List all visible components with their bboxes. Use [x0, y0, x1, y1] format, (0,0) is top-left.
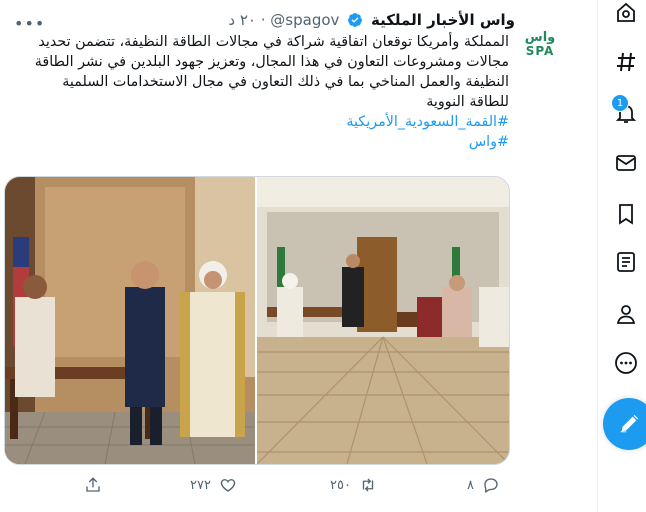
more-icon[interactable] — [613, 350, 639, 376]
account-handle[interactable]: @spagov — [270, 11, 339, 29]
avatar-logo-arabic: واس — [524, 29, 556, 45]
lists-icon[interactable] — [613, 249, 639, 275]
messages-icon[interactable] — [613, 150, 639, 176]
avatar-logo-latin: SPA — [525, 43, 555, 58]
hashtag-icon[interactable] — [613, 49, 639, 75]
like-button[interactable]: ٢٧٢ — [190, 476, 237, 494]
photo-meeting-hall[interactable] — [257, 177, 509, 464]
verified-badge-icon — [348, 13, 363, 27]
share-button[interactable] — [84, 476, 102, 494]
tweet-text-line: المملكة وأمريكا توقعان اتفاقية شراكة في … — [38, 34, 509, 50]
tweet-media[interactable] — [4, 176, 510, 465]
heart-icon — [220, 479, 236, 492]
header-separator: · — [260, 11, 266, 29]
tweet-text: المملكة وأمريكا توقعان اتفاقية شراكة في … — [9, 32, 509, 152]
tweet-text-line: النظيفة والعمل المناخي بما في ذلك التعاو… — [62, 74, 509, 90]
hashtag-link[interactable]: #واس — [9, 132, 509, 152]
account-name[interactable]: واس الأخبار الملكية — [371, 11, 515, 29]
tweet-timestamp[interactable]: ٢٠ د — [228, 11, 256, 29]
tweet-actions: ٨ ٢٥٠ ٢٧٢ — [0, 476, 597, 500]
bookmarks-icon[interactable] — [613, 201, 639, 227]
reply-icon — [484, 478, 498, 493]
like-count: ٢٧٢ — [190, 477, 211, 493]
reply-count: ٨ — [467, 477, 474, 493]
avatar[interactable]: واس SPA — [516, 20, 564, 68]
compose-tweet-icon — [620, 414, 639, 433]
retweet-button[interactable]: ٢٥٠ — [330, 476, 377, 494]
photo-signing-ceremony-image — [5, 177, 255, 464]
tweet-text-line: مجالات ومشروعات التعاون في هذا المجال، و… — [34, 54, 509, 70]
reply-button[interactable]: ٨ — [467, 476, 500, 494]
timeline: ••• واس الأخبار الملكية @spagov · ٢٠ د و… — [0, 0, 598, 512]
tweet-header: واس الأخبار الملكية @spagov · ٢٠ د — [228, 10, 515, 30]
compose-tweet-button[interactable] — [603, 398, 646, 450]
retweet-count: ٢٥٠ — [330, 477, 351, 493]
hashtag-link[interactable]: #القمة_السعودية_الأمريكية — [9, 112, 509, 132]
share-icon — [86, 477, 100, 492]
tweet[interactable]: ••• واس الأخبار الملكية @spagov · ٢٠ د و… — [0, 0, 597, 512]
tweet-text-line: للطاقة النووية — [426, 94, 509, 110]
explore-icon[interactable] — [613, 0, 639, 26]
more-options-icon[interactable]: ••• — [14, 14, 45, 33]
notification-badge: 1 — [611, 94, 629, 112]
profile-icon[interactable] — [613, 301, 639, 327]
photo-signing-ceremony[interactable] — [5, 177, 255, 464]
retweet-icon — [362, 478, 374, 492]
photo-meeting-hall-image — [257, 177, 509, 464]
